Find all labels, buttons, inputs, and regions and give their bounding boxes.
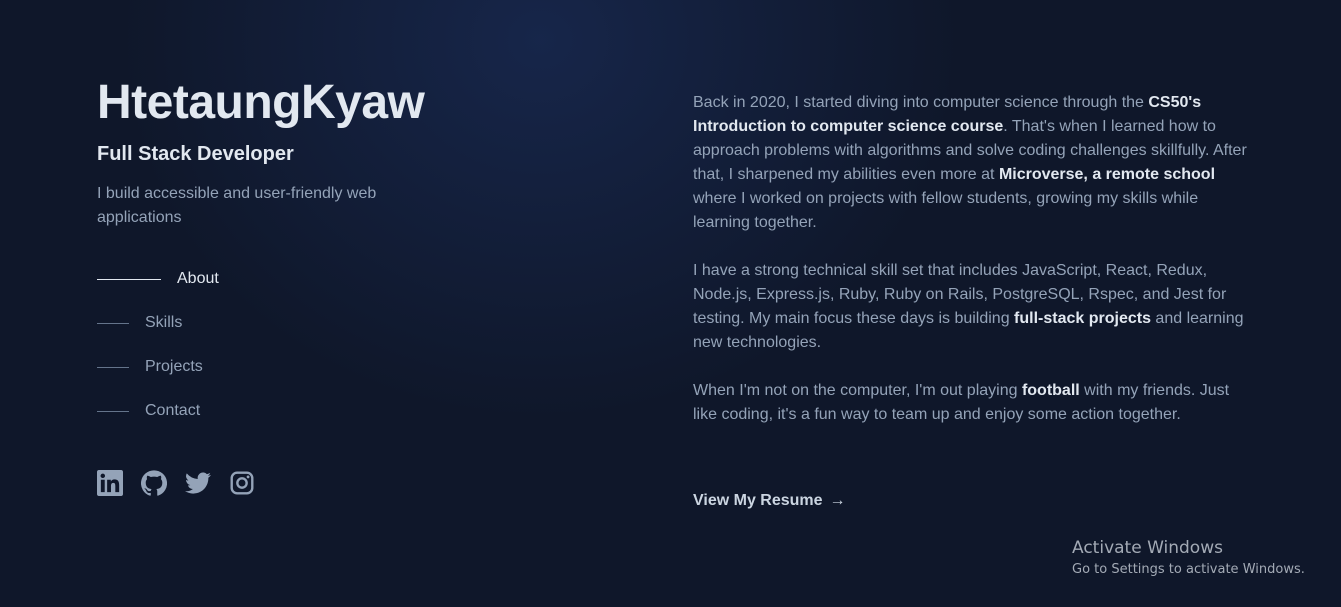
nav-item-label: Skills bbox=[145, 314, 183, 331]
nav-item-contact[interactable]: Contact bbox=[97, 399, 219, 423]
about-section: Back in 2020, I started diving into comp… bbox=[693, 91, 1255, 451]
nav-item-label: Projects bbox=[145, 358, 203, 375]
arrow-right-icon: → bbox=[829, 492, 846, 509]
watermark-title: Activate Windows bbox=[1072, 538, 1223, 558]
highlight-football: football bbox=[1021, 382, 1080, 399]
nav-indicator-line bbox=[97, 410, 129, 412]
nav-item-label: Contact bbox=[145, 402, 201, 419]
resume-link-label: View My Resume bbox=[693, 492, 823, 509]
highlight-microverse: Microverse, a remote school bbox=[998, 166, 1216, 183]
highlight-full-stack: full-stack projects bbox=[1014, 310, 1151, 327]
nav-indicator-line bbox=[97, 322, 129, 324]
nav-indicator-line bbox=[97, 278, 161, 280]
twitter-icon[interactable] bbox=[185, 470, 211, 496]
nav-indicator-line bbox=[97, 366, 129, 368]
view-resume-link[interactable]: View My Resume → bbox=[693, 492, 846, 510]
page-title: HtetaungKyaw bbox=[97, 76, 425, 129]
linkedin-icon[interactable] bbox=[97, 470, 123, 496]
instagram-icon[interactable] bbox=[229, 470, 255, 496]
watermark-subtitle: Go to Settings to activate Windows. bbox=[1072, 562, 1305, 577]
tagline: I build accessible and user-friendly web… bbox=[97, 185, 377, 226]
about-paragraph-education: Back in 2020, I started diving into comp… bbox=[693, 94, 1247, 231]
activate-windows-watermark: Activate Windows Go to Settings to activ… bbox=[1072, 537, 1305, 580]
job-title: Full Stack Developer bbox=[97, 143, 294, 165]
section-nav: About Skills Projects Contact bbox=[97, 267, 219, 443]
about-paragraph-hobbies: When I'm not on the computer, I'm out pl… bbox=[693, 382, 1230, 423]
nav-item-skills[interactable]: Skills bbox=[97, 311, 219, 335]
about-paragraph-skills: I have a strong technical skill set that… bbox=[693, 262, 1244, 351]
github-icon[interactable] bbox=[141, 470, 167, 496]
nav-item-about[interactable]: About bbox=[97, 267, 219, 291]
nav-item-label: About bbox=[177, 270, 219, 287]
nav-item-projects[interactable]: Projects bbox=[97, 355, 219, 379]
social-links bbox=[97, 470, 273, 496]
intro-section: HtetaungKyaw Full Stack Developer I buil… bbox=[97, 72, 517, 230]
